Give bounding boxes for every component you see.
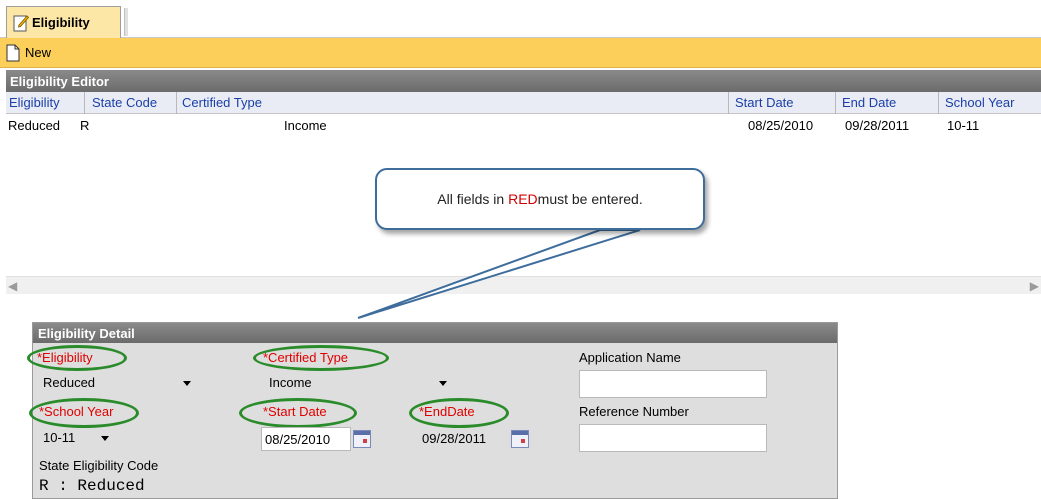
application-name-input[interactable] xyxy=(579,370,767,398)
column-header-start-date[interactable]: Start Date xyxy=(735,95,794,110)
column-header-end-date[interactable]: End Date xyxy=(842,95,896,110)
chevron-down-icon xyxy=(439,381,447,386)
grid-header: Eligibility State Code Certified Type St… xyxy=(6,92,1041,114)
toolbar: New xyxy=(0,38,1041,68)
tab-eligibility[interactable]: Eligibility xyxy=(6,6,121,38)
column-divider xyxy=(938,92,939,114)
callout-prefix: All fields in xyxy=(437,191,505,207)
scroll-left-icon[interactable]: ◀ xyxy=(8,279,17,293)
callout-suffix: must be entered. xyxy=(537,191,643,207)
reference-number-input[interactable] xyxy=(579,424,767,452)
detail-title: Eligibility Detail xyxy=(33,323,837,343)
tab-bar: Eligibility xyxy=(0,0,1041,38)
eligibility-value: Reduced xyxy=(43,375,96,390)
certified-type-label: *Certified Type xyxy=(263,350,349,365)
reference-number-label: Reference Number xyxy=(579,404,689,419)
new-button-label: New xyxy=(25,45,52,60)
column-divider xyxy=(835,92,836,114)
state-code-label: State Eligibility Code xyxy=(39,458,159,473)
end-date-input[interactable]: 09/28/2011 xyxy=(419,427,509,451)
column-header-school-year[interactable]: School Year xyxy=(945,95,1014,110)
cell-state-code: R xyxy=(80,118,90,133)
eligibility-label: *Eligibility xyxy=(37,350,93,365)
eligibility-select[interactable]: Reduced xyxy=(37,372,197,394)
column-header-state-code[interactable]: State Code xyxy=(92,95,157,110)
callout-highlight: RED xyxy=(508,191,538,207)
certified-type-select[interactable]: Income xyxy=(263,372,453,394)
editor-title: Eligibility Editor xyxy=(6,70,1041,92)
application-name-label: Application Name xyxy=(579,350,681,365)
end-date-label: *EndDate xyxy=(419,404,475,419)
new-button[interactable]: New xyxy=(6,44,51,62)
certified-type-value: Income xyxy=(269,375,312,390)
column-divider xyxy=(728,92,729,114)
horizontal-scrollbar[interactable]: ◀ ▶ xyxy=(6,276,1041,294)
edit-document-icon xyxy=(13,14,29,32)
state-code-value: R : Reduced xyxy=(39,477,145,495)
chevron-down-icon xyxy=(183,381,191,386)
tab-label: Eligibility xyxy=(32,15,90,30)
cell-end-date: 09/28/2011 xyxy=(845,118,910,133)
calendar-icon[interactable] xyxy=(511,430,529,448)
new-document-icon xyxy=(6,44,22,62)
school-year-label: *School Year xyxy=(39,404,114,419)
eligibility-detail-panel: Eligibility Detail *Eligibility Reduced … xyxy=(27,322,838,499)
column-header-eligibility[interactable]: Eligibility xyxy=(9,95,60,110)
school-year-select[interactable]: 10-11 xyxy=(37,427,115,449)
start-date-input[interactable]: 08/25/2010 xyxy=(261,427,351,451)
cell-eligibility: Reduced xyxy=(8,118,61,133)
start-date-label: *Start Date xyxy=(263,404,327,419)
calendar-icon[interactable] xyxy=(353,430,371,448)
school-year-value: 10-11 xyxy=(43,430,76,445)
column-divider xyxy=(84,92,85,114)
scroll-right-icon[interactable]: ▶ xyxy=(1030,279,1039,293)
cell-school-year: 10-11 xyxy=(947,118,980,133)
column-header-certified-type[interactable]: Certified Type xyxy=(182,95,262,110)
table-row[interactable]: Reduced R Income 08/25/2010 09/28/2011 1… xyxy=(6,115,1041,135)
column-divider xyxy=(176,92,177,114)
cell-start-date: 08/25/2010 xyxy=(748,118,814,133)
cell-certified-type: Income xyxy=(284,118,327,133)
callout-note: All fields in RED must be entered. xyxy=(375,168,705,230)
tab-divider xyxy=(124,8,128,36)
chevron-down-icon xyxy=(101,436,109,441)
